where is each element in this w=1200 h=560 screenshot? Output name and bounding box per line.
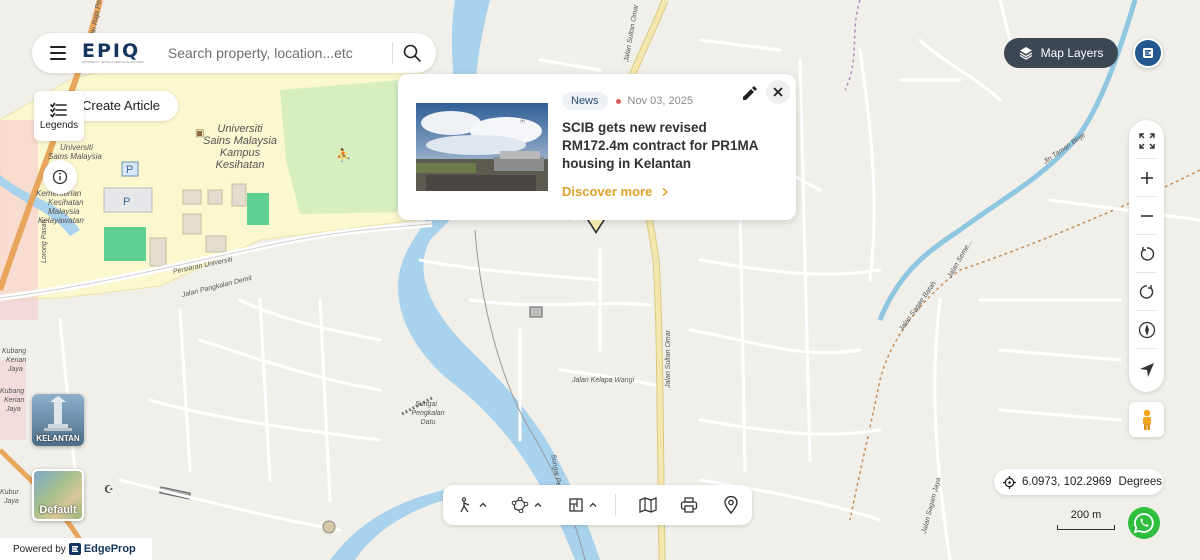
rotate-right-icon[interactable] <box>1129 273 1164 310</box>
map-tools-panel <box>1129 120 1164 392</box>
layers-icon <box>1019 47 1032 60</box>
legend-list-icon <box>50 102 67 118</box>
search-icon[interactable] <box>402 43 422 63</box>
logo-text: EPIQ <box>82 40 141 62</box>
green-field <box>247 193 269 225</box>
news-meta: News Nov 03, 2025 <box>562 92 693 110</box>
region-kelantan-button[interactable]: KELANTAN <box>32 394 84 446</box>
powered-by-brand: EdgeProp <box>83 543 136 555</box>
discover-more-label: Discover more <box>562 184 653 199</box>
building <box>182 189 202 205</box>
basemap-default-button[interactable]: Default <box>32 469 84 521</box>
news-popup: ⓔ News Nov 03, 2025 SCIB gets new revise… <box>398 74 796 220</box>
edgeprop-account-icon[interactable] <box>1133 38 1163 68</box>
create-article-label: Create Article <box>82 98 161 113</box>
chevron-up-icon <box>479 502 486 507</box>
discover-more-link[interactable]: Discover more <box>562 184 670 199</box>
pink-area <box>0 120 38 320</box>
measure-icon <box>459 497 469 513</box>
poi-icon <box>322 520 336 534</box>
divider <box>615 494 616 516</box>
building <box>207 189 223 205</box>
coordinates-readout[interactable]: 6.0973, 102.2969 Degrees <box>994 469 1163 495</box>
basemap-label: Default <box>39 504 77 516</box>
dot-separator <box>615 98 621 104</box>
draw-shape-tool-button[interactable] <box>509 485 545 525</box>
map-label-lorong: Lorong Pasah <box>41 219 48 263</box>
region-label: KELANTAN <box>36 434 80 443</box>
measure-tool-button[interactable] <box>455 485 491 525</box>
parking-icon: P <box>123 196 130 208</box>
building <box>205 235 227 253</box>
building <box>231 183 247 207</box>
plan-tool-button[interactable] <box>565 485 601 525</box>
whatsapp-icon[interactable] <box>1128 507 1160 539</box>
image-watermark: ⓔ <box>520 118 525 125</box>
building <box>529 306 543 318</box>
park-area <box>280 80 404 214</box>
scale-bar: 200 m <box>1057 509 1115 530</box>
print-icon[interactable] <box>674 485 704 525</box>
building <box>149 237 167 267</box>
news-headline[interactable]: SCIB gets new revised RM172.4m contract … <box>562 119 774 173</box>
svg-text:P: P <box>123 196 130 208</box>
map-view-icon[interactable] <box>633 485 663 525</box>
parking-icon: P <box>121 161 139 177</box>
edgeprop-logo-icon <box>68 543 81 555</box>
crosshair-icon <box>1003 475 1016 489</box>
fullscreen-icon[interactable] <box>1129 122 1164 159</box>
coordinates-unit: Degrees <box>1118 476 1162 488</box>
green-field <box>104 227 146 261</box>
powered-by-text: Powered by <box>13 543 66 555</box>
chevron-up-icon <box>534 502 542 507</box>
brand-logo[interactable]: EPIQ PROPERTY INTELLIGENCE PLATFORM <box>82 40 144 65</box>
close-icon[interactable] <box>766 80 790 104</box>
park-icon: ⛹ <box>336 147 351 162</box>
zoom-out-icon[interactable] <box>1129 197 1164 234</box>
divider <box>1136 348 1157 349</box>
locate-icon[interactable] <box>1129 351 1164 388</box>
legends-button[interactable]: Legends <box>34 91 84 141</box>
compass-icon[interactable] <box>1129 311 1164 348</box>
edit-pencil-icon[interactable] <box>739 83 759 103</box>
divider <box>391 42 393 64</box>
map-layers-label: Map Layers <box>1040 46 1104 60</box>
school-icon: ▣ <box>195 128 204 139</box>
search-input[interactable] <box>167 45 388 61</box>
draw-shape-icon <box>511 497 529 513</box>
rotate-left-icon[interactable] <box>1129 235 1164 272</box>
pin-icon[interactable] <box>716 485 746 525</box>
info-icon[interactable] <box>43 160 77 194</box>
zoom-in-icon[interactable] <box>1129 159 1164 196</box>
powered-by[interactable]: Powered by EdgeProp <box>0 538 152 560</box>
street-view-pegman-icon[interactable] <box>1129 402 1164 437</box>
scale-line <box>1057 525 1115 530</box>
map-layers-button[interactable]: Map Layers <box>1004 38 1118 68</box>
legends-label: Legends <box>39 119 79 131</box>
mosque-icon: ☪ <box>104 483 114 496</box>
map-label-sultan-omar-mid: Jalan Sultan Omar <box>665 329 672 389</box>
logo-tagline: PROPERTY INTELLIGENCE PLATFORM <box>82 60 144 64</box>
plan-icon <box>569 498 583 512</box>
map-label-kelapa-wangi: Jalan Kelapa Wangi <box>571 377 635 384</box>
bottom-tools-bar <box>443 485 752 525</box>
coordinates-value: 6.0973, 102.2969 <box>1022 476 1112 488</box>
landmark-icon <box>44 396 72 431</box>
building <box>182 213 202 235</box>
chevron-right-icon <box>662 187 669 197</box>
news-category-badge: News <box>562 92 608 110</box>
news-thumbnail[interactable]: ⓔ <box>416 103 548 191</box>
svg-text:P: P <box>126 164 133 176</box>
news-date: Nov 03, 2025 <box>627 95 693 107</box>
scale-label: 200 m <box>1070 509 1102 521</box>
popup-pointer <box>587 220 605 234</box>
menu-icon[interactable] <box>50 46 66 60</box>
search-bar: EPIQ PROPERTY INTELLIGENCE PLATFORM <box>32 33 436 73</box>
chevron-up-icon <box>589 502 597 507</box>
